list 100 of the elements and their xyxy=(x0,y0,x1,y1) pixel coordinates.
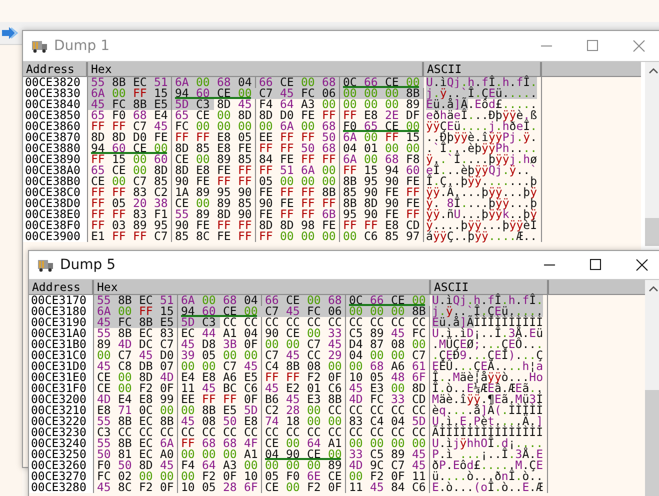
address-cell: 00CE3180 xyxy=(29,306,94,317)
hex-byte: 8D xyxy=(174,143,190,154)
hex-byte: 90 xyxy=(258,198,274,209)
hex-byte: CC xyxy=(180,427,196,438)
ascii-text: ÿ. 8Î....þÿÿ...þ xyxy=(426,198,537,209)
hex-byte: CC xyxy=(222,427,238,438)
hex-byte: FF xyxy=(111,187,127,198)
hex-byte: 64 xyxy=(201,460,217,471)
hex-byte: BC xyxy=(222,383,238,394)
hex-byte: FF xyxy=(300,198,316,209)
hex-byte: 6F xyxy=(411,372,427,383)
hex-byte: 00 xyxy=(346,306,367,317)
address-cell: 00CE38B0 xyxy=(23,176,88,187)
hex-byte: 00 xyxy=(243,460,259,471)
hex-byte: 00 xyxy=(180,449,196,460)
hex-byte: 50 xyxy=(222,416,238,427)
hex-byte: 68 xyxy=(220,295,241,306)
hex-byte: FE xyxy=(153,132,169,143)
hex-byte: 00 xyxy=(180,471,196,482)
hex-byte: CD xyxy=(405,220,421,231)
hex-byte: CC xyxy=(306,427,322,438)
hex-byte: 05 xyxy=(111,198,127,209)
hex-byte: 0F xyxy=(159,482,175,493)
hex-byte: 84 xyxy=(258,154,274,165)
hex-byte: 45 xyxy=(96,482,112,493)
hex-byte: 68 xyxy=(325,295,345,306)
hex-byte: E8 xyxy=(201,372,217,383)
hex-byte: 90 xyxy=(285,449,301,460)
hex-byte: CC xyxy=(327,427,343,438)
hex-byte: FC xyxy=(298,88,319,99)
hex-byte: 6B xyxy=(321,209,337,220)
hex-byte: CC xyxy=(138,427,154,438)
hex-byte: CE xyxy=(327,471,343,482)
hex-byte: FF xyxy=(136,306,157,317)
hex-byte: E5 xyxy=(222,405,238,416)
hex-byte: D4 xyxy=(348,339,364,350)
hex-byte: C7 xyxy=(132,121,148,132)
hex-byte: CC xyxy=(369,317,385,328)
hex-byte: 8D xyxy=(363,198,379,209)
hex-byte: 39 xyxy=(180,350,196,361)
hex-byte: CE xyxy=(96,383,112,394)
hex-byte: 8B xyxy=(115,295,136,306)
hex-byte: 68 xyxy=(214,77,235,88)
hex-byte: 50 xyxy=(96,449,112,460)
hex-byte: FF xyxy=(258,231,274,242)
hex-byte: 00 xyxy=(298,77,319,88)
hex-byte: FF xyxy=(180,438,196,449)
hex-byte: 45 xyxy=(94,317,115,328)
hex-byte: 45 xyxy=(348,383,364,394)
hex-byte: 00 xyxy=(321,231,337,242)
hex-byte: 00 xyxy=(411,438,427,449)
hex-byte: 8D xyxy=(174,165,190,176)
hex-byte: 94 xyxy=(384,165,400,176)
hex-byte: 65 xyxy=(363,121,379,132)
hex-byte: D0 xyxy=(159,350,175,361)
hex-byte: 00 xyxy=(363,99,379,110)
hex-byte: FF xyxy=(300,154,316,165)
hex-byte: 45 xyxy=(285,394,301,405)
hex-byte: A1 xyxy=(243,449,259,460)
ascii-text: Î.ò..E¼ÆEâ.ÆEã.. xyxy=(432,383,543,394)
hex-byte: 08 xyxy=(390,339,406,350)
hex-byte: 1A xyxy=(174,187,190,198)
hex-byte: CC xyxy=(369,427,385,438)
hex-byte: 11 xyxy=(180,383,196,394)
hex-byte: 04 xyxy=(348,350,364,361)
hex-byte: FF xyxy=(285,372,301,383)
hex-byte: 05 xyxy=(264,471,280,482)
address-cell: 00CE3820 xyxy=(23,77,88,88)
hex-byte: 95 xyxy=(216,187,232,198)
hex-byte: 85 xyxy=(174,231,190,242)
hex-byte: 8B xyxy=(159,416,175,427)
hex-byte: 45 xyxy=(138,350,154,361)
hex-byte: 8D xyxy=(258,110,274,121)
hex-byte: 00 xyxy=(348,471,364,482)
hex-byte: FF xyxy=(321,110,337,121)
hex-byte: 00 xyxy=(304,295,325,306)
hex-byte: 89 xyxy=(369,328,385,339)
hex-byte: 68 xyxy=(132,110,148,121)
hex-byte: 15 xyxy=(157,306,177,317)
hex-byte: E4 xyxy=(117,394,133,405)
hex-byte: A3 xyxy=(222,460,238,471)
hex-byte: 45 xyxy=(201,383,217,394)
hex-byte: 00 xyxy=(285,339,301,350)
address-cell: 00CE3200 xyxy=(29,394,94,405)
hex-byte: 00 xyxy=(264,339,280,350)
hex-byte: 00 xyxy=(390,383,406,394)
hex-byte: D0 xyxy=(279,110,295,121)
hex-byte: FE xyxy=(300,110,316,121)
hex-byte: 8D xyxy=(237,110,253,121)
address-cell: 00CE3280 xyxy=(29,482,94,493)
hex-byte: 68 xyxy=(321,121,337,132)
hex-byte: 00 xyxy=(132,165,148,176)
hex-byte: 04 xyxy=(264,449,280,460)
hex-byte: 45 xyxy=(180,339,196,350)
hex-byte: FF xyxy=(321,198,337,209)
address-cell: 00CE3240 xyxy=(29,438,94,449)
hex-byte: 0F xyxy=(222,471,238,482)
hex-byte: FE xyxy=(405,198,421,209)
address-cell: 00CE38A0 xyxy=(23,165,88,176)
hex-byte: E8 xyxy=(243,416,259,427)
